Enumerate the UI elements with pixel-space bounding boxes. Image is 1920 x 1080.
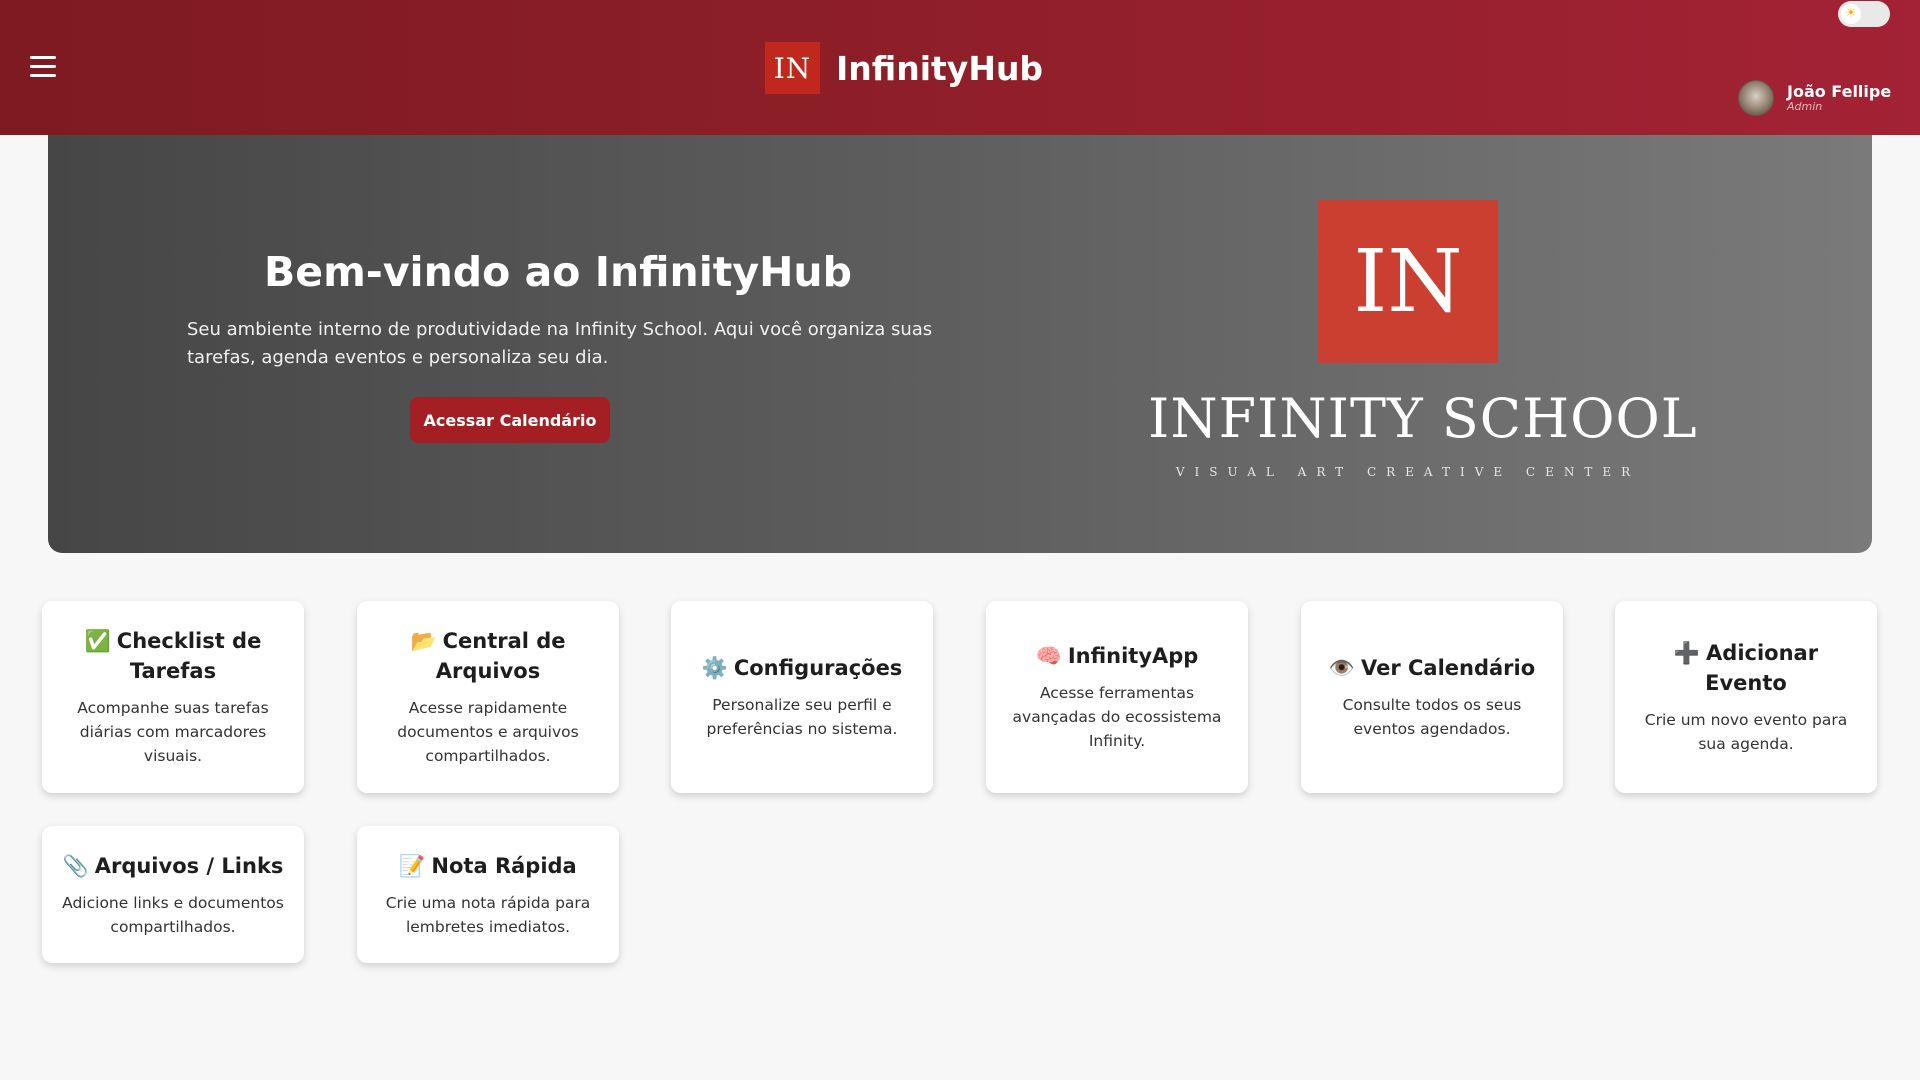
- folder-icon: 📂: [410, 629, 437, 653]
- card-description: Acompanhe suas tarefas diárias com marca…: [77, 699, 269, 765]
- school-name: INFINITY SCHOOL: [1148, 387, 1698, 450]
- brand[interactable]: IN InfinityHub: [765, 42, 1043, 94]
- card-checklist[interactable]: ✅ Checklist de Tarefas Acompanhe suas tar…: [42, 601, 304, 793]
- card-description: Consulte todos os seus eventos agendados…: [1342, 696, 1522, 738]
- user-name: João Fellipe: [1787, 82, 1892, 101]
- card-title: Configurações: [733, 656, 903, 680]
- sun-icon: ☀: [1841, 4, 1861, 24]
- card-title: Checklist de Tarefas: [116, 629, 262, 683]
- card-infinityapp[interactable]: 🧠 InfinityApp Acesse ferramentas avançada…: [986, 601, 1248, 793]
- plus-icon: ➕: [1673, 641, 1701, 665]
- school-tagline: VISUAL ART CREATIVE CENTER: [1175, 465, 1641, 479]
- hero-description: Seu ambiente interno de produtividade na…: [187, 319, 933, 368]
- brand-logo: IN: [765, 42, 820, 94]
- card-description: Personalize seu perfil e preferências no…: [706, 696, 898, 738]
- user-role: Admin: [1787, 100, 1823, 113]
- card-title: InfinityApp: [1067, 644, 1199, 668]
- card-description: Adicione links e documentos compartilhad…: [62, 893, 284, 936]
- card-quick-note[interactable]: 📝 Nota Rápida Crie uma nota rápida para l…: [357, 826, 619, 963]
- card-file-center[interactable]: 📂 Central de Arquivos Acesse rapidamente …: [357, 601, 619, 793]
- memo-icon: 📝: [399, 853, 426, 878]
- avatar: [1738, 80, 1774, 116]
- card-description: Acesse rapidamente documentos e arquivos…: [397, 699, 579, 765]
- card-add-event[interactable]: ➕ Adicionar Evento Crie um novo evento pa…: [1615, 601, 1877, 793]
- card-title: Central de Arquivos: [435, 629, 566, 683]
- card-description: Crie uma nota rápida para lembretes imed…: [385, 893, 591, 936]
- paperclip-icon: 📎: [62, 853, 89, 878]
- access-calendar-button[interactable]: Acessar Calendário: [410, 397, 610, 443]
- hero-title: Bem-vindo ao InfinityHub: [264, 248, 852, 296]
- card-title: Nota Rápida: [431, 853, 577, 878]
- card-files-links[interactable]: 📎 Arquivos / Links Adicione links e docum…: [42, 826, 304, 963]
- hamburger-menu-icon[interactable]: [30, 56, 56, 78]
- welcome-banner: Bem-vindo ao InfinityHub Seu ambiente in…: [48, 135, 1872, 553]
- theme-toggle[interactable]: ☀: [1838, 1, 1890, 27]
- card-settings[interactable]: ⚙️ Configurações Personalize seu perfil e…: [671, 601, 933, 793]
- checkmark-icon: ✅: [84, 629, 111, 653]
- card-description: Crie um novo evento para sua agenda.: [1644, 711, 1848, 753]
- card-description: Acesse ferramentas avançadas do ecossist…: [1012, 684, 1222, 750]
- card-title: Ver Calendário: [1360, 656, 1536, 680]
- user-profile[interactable]: João Fellipe Admin: [1738, 80, 1891, 116]
- eye-icon: 👁️: [1328, 656, 1355, 680]
- school-logo: IN: [1318, 200, 1498, 363]
- gear-icon: ⚙️: [701, 656, 728, 680]
- card-view-calendar[interactable]: 👁️ Ver Calendário Consulte todos os seus …: [1301, 601, 1563, 793]
- card-title: Adicionar Evento: [1705, 641, 1819, 695]
- brain-icon: 🧠: [1035, 644, 1062, 668]
- card-title: Arquivos / Links: [94, 853, 284, 878]
- top-header: IN InfinityHub ☀ João Fellipe Admin: [0, 0, 1920, 135]
- app-name: InfinityHub: [836, 48, 1044, 88]
